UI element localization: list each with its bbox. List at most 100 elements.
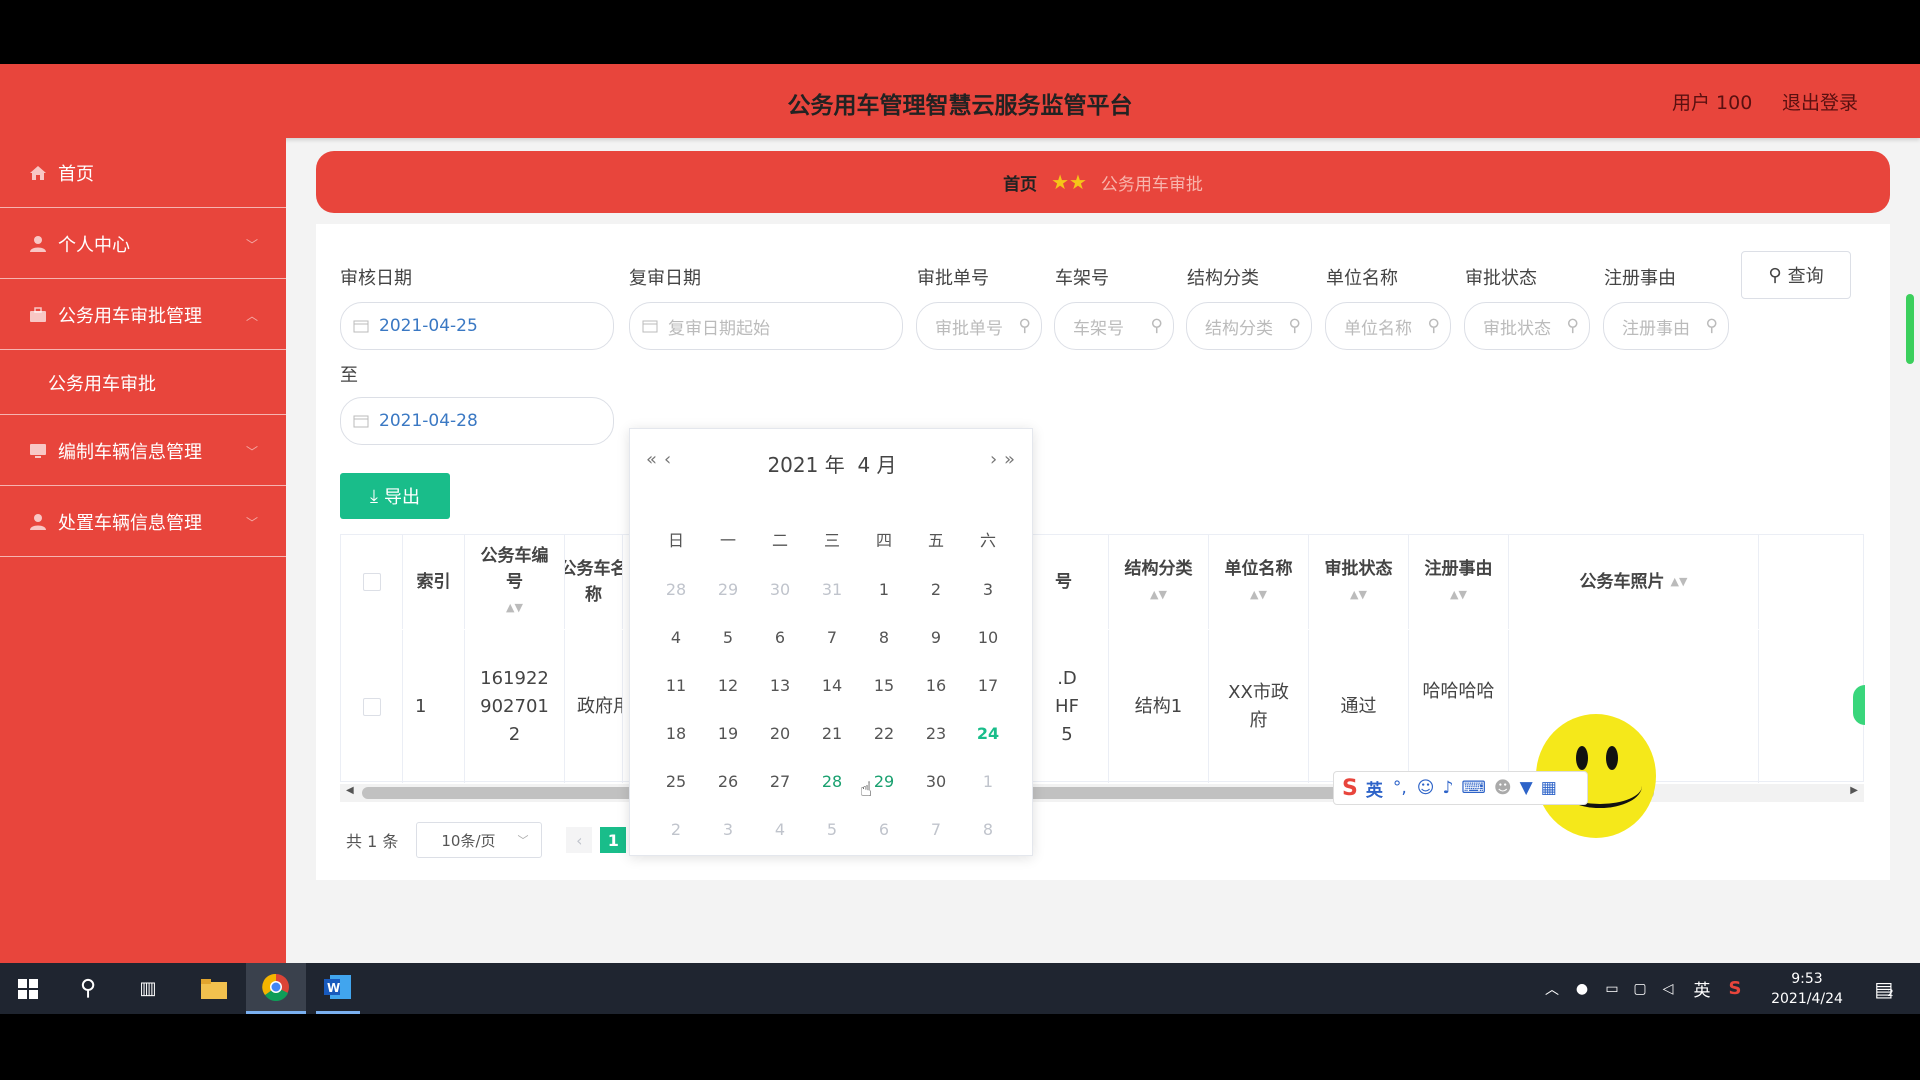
scroll-left-icon[interactable]: ◀ xyxy=(346,785,354,796)
calendar-day[interactable]: 16 xyxy=(910,676,962,695)
sort-icon[interactable]: ▲▼ xyxy=(1671,569,1688,595)
battery-icon[interactable]: ▭ xyxy=(1600,963,1624,1014)
task-view-icon[interactable]: ▥ xyxy=(130,963,166,1014)
calendar-day[interactable]: 27 xyxy=(754,772,806,791)
volume-icon[interactable]: ◁ xyxy=(1656,963,1680,1014)
calendar-day[interactable]: 14 xyxy=(806,676,858,695)
action-button-partial[interactable] xyxy=(1853,685,1865,725)
approval-status-input[interactable]: 审批状态 ⚲ xyxy=(1464,302,1590,350)
structure-input[interactable]: 结构分类 ⚲ xyxy=(1186,302,1312,350)
recheck-date-input[interactable]: 复审日期起始 xyxy=(629,302,903,350)
emoji-icon[interactable]: ☺ xyxy=(1417,778,1435,798)
calendar-day[interactable]: 19 xyxy=(702,724,754,743)
calendar-day[interactable]: 28 xyxy=(806,772,858,791)
user-icon[interactable]: ☻ xyxy=(1494,778,1512,798)
col-photo[interactable]: 公务车照片 ▲▼ xyxy=(1509,535,1759,629)
approval-no-input[interactable]: 审批单号 ⚲ xyxy=(916,302,1042,350)
sort-icon[interactable]: ▲▼ xyxy=(1225,582,1293,608)
calendar-day[interactable]: 5 xyxy=(806,820,858,839)
skin-icon[interactable]: ▼ xyxy=(1520,778,1533,798)
calendar-month[interactable]: 4 月 xyxy=(857,453,896,477)
calendar-day[interactable]: 28 xyxy=(650,580,702,599)
sort-icon[interactable]: ▲▼ xyxy=(1325,582,1393,608)
col-reason[interactable]: 注册事由 ▲▼ xyxy=(1409,535,1509,629)
calendar-day[interactable]: 12 xyxy=(702,676,754,695)
sogou-tray-icon[interactable]: S xyxy=(1722,963,1748,1014)
notification-icon[interactable]: ▤ 2 xyxy=(1866,963,1902,1014)
calendar-day[interactable]: 9 xyxy=(910,628,962,647)
calendar-day[interactable]: 2 xyxy=(910,580,962,599)
calendar-day[interactable]: 13 xyxy=(754,676,806,695)
calendar-day[interactable]: 7 xyxy=(806,628,858,647)
review-date-start-input[interactable]: 2021-04-25 xyxy=(340,302,614,350)
next-year-icon[interactable]: » xyxy=(1004,449,1015,470)
calendar-day[interactable]: 11 xyxy=(650,676,702,695)
calendar-day[interactable]: 25 xyxy=(650,772,702,791)
breadcrumb-home[interactable]: 首页 xyxy=(1003,170,1037,195)
qq-icon[interactable]: ● xyxy=(1570,963,1594,1014)
calendar-day[interactable]: 3 xyxy=(702,820,754,839)
col-car-name[interactable]: 公务车名称 xyxy=(565,535,623,629)
sidebar-item-profile[interactable]: 个人中心 ﹀ xyxy=(0,209,286,279)
calendar-day[interactable]: 10 xyxy=(962,628,1014,647)
calendar-day[interactable]: 1 xyxy=(858,580,910,599)
sort-icon[interactable]: ▲▼ xyxy=(1125,582,1193,608)
query-button[interactable]: ⚲ 查询 xyxy=(1741,251,1851,299)
sidebar-item-approval-mgmt[interactable]: 公务用车审批管理 ︿ xyxy=(0,280,286,350)
sidebar-item-vehicle-info[interactable]: 编制车辆信息管理 ﹀ xyxy=(0,416,286,486)
calendar-day[interactable]: 31 xyxy=(806,580,858,599)
calendar-day[interactable]: 30 xyxy=(910,772,962,791)
col-car-no[interactable]: 公务车编号 ▲▼ xyxy=(465,535,565,629)
calendar-day[interactable]: 3 xyxy=(962,580,1014,599)
row-checkbox[interactable] xyxy=(362,697,381,716)
sidebar-subitem-approval[interactable]: 公务用车审批 xyxy=(0,351,286,415)
sidebar-item-disposal[interactable]: 处置车辆信息管理 ﹀ xyxy=(0,487,286,557)
keyboard-icon[interactable]: ⌨ xyxy=(1461,778,1486,798)
col-index[interactable]: 索引 xyxy=(403,535,465,629)
unit-name-input[interactable]: 单位名称 ⚲ xyxy=(1325,302,1451,350)
sort-icon[interactable]: ▲▼ xyxy=(475,595,555,621)
export-button[interactable]: ⤓ 导出 xyxy=(340,473,450,519)
next-month-icon[interactable]: › xyxy=(990,449,997,470)
calendar-day[interactable]: 24 xyxy=(962,724,1014,743)
calendar-day[interactable]: 23 xyxy=(910,724,962,743)
sort-icon[interactable]: ▲▼ xyxy=(1425,582,1493,608)
sogou-logo-icon[interactable]: S xyxy=(1342,776,1358,801)
frame-no-input[interactable]: 车架号 ⚲ xyxy=(1054,302,1174,350)
calendar-day[interactable]: 30 xyxy=(754,580,806,599)
calendar-day[interactable]: 4 xyxy=(754,820,806,839)
calendar-year[interactable]: 2021 年 xyxy=(767,453,844,477)
col-unit[interactable]: 单位名称 ▲▼ xyxy=(1209,535,1309,629)
prev-page-button[interactable]: ‹ xyxy=(566,827,593,853)
input-lang-indicator[interactable]: 英 xyxy=(1688,963,1716,1014)
calendar-day[interactable]: 17 xyxy=(962,676,1014,695)
calendar-day[interactable]: 4 xyxy=(650,628,702,647)
chevron-up-icon[interactable]: ︿ xyxy=(1540,963,1564,1014)
calendar-day[interactable]: 8 xyxy=(962,820,1014,839)
page-size-select[interactable]: 10条/页 ﹀ xyxy=(416,822,543,858)
col-structure[interactable]: 结构分类 ▲▼ xyxy=(1109,535,1209,629)
logout-link[interactable]: 退出登录 xyxy=(1782,88,1858,115)
grid-icon[interactable]: ▦ xyxy=(1541,778,1557,798)
calendar-day[interactable]: 15 xyxy=(858,676,910,695)
col-status[interactable]: 审批状态 ▲▼ xyxy=(1309,535,1409,629)
microphone-icon[interactable]: ♪ xyxy=(1443,778,1454,798)
select-all-checkbox[interactable] xyxy=(362,573,381,591)
calendar-day[interactable]: 29 xyxy=(702,580,754,599)
calendar-day[interactable]: 8 xyxy=(858,628,910,647)
punctuation-icon[interactable]: °, xyxy=(1393,778,1407,798)
calendar-day[interactable]: 6 xyxy=(754,628,806,647)
clock[interactable]: 9:53 2021/4/24 xyxy=(1760,963,1854,1014)
search-icon[interactable]: ⚲ xyxy=(70,963,106,1014)
calendar-day[interactable]: 1 xyxy=(962,772,1014,791)
reason-input[interactable]: 注册事由 ⚲ xyxy=(1603,302,1729,350)
calendar-day[interactable]: 26 xyxy=(702,772,754,791)
scroll-right-icon[interactable]: ▶ xyxy=(1850,785,1858,796)
calendar-day[interactable]: 21 xyxy=(806,724,858,743)
page-number-active[interactable]: 1 xyxy=(600,827,627,853)
calendar-day[interactable]: 18 xyxy=(650,724,702,743)
calendar-day[interactable]: 5 xyxy=(702,628,754,647)
chrome-icon[interactable] xyxy=(246,963,306,1014)
word-icon[interactable]: W xyxy=(316,963,360,1014)
calendar-day[interactable]: 6 xyxy=(858,820,910,839)
